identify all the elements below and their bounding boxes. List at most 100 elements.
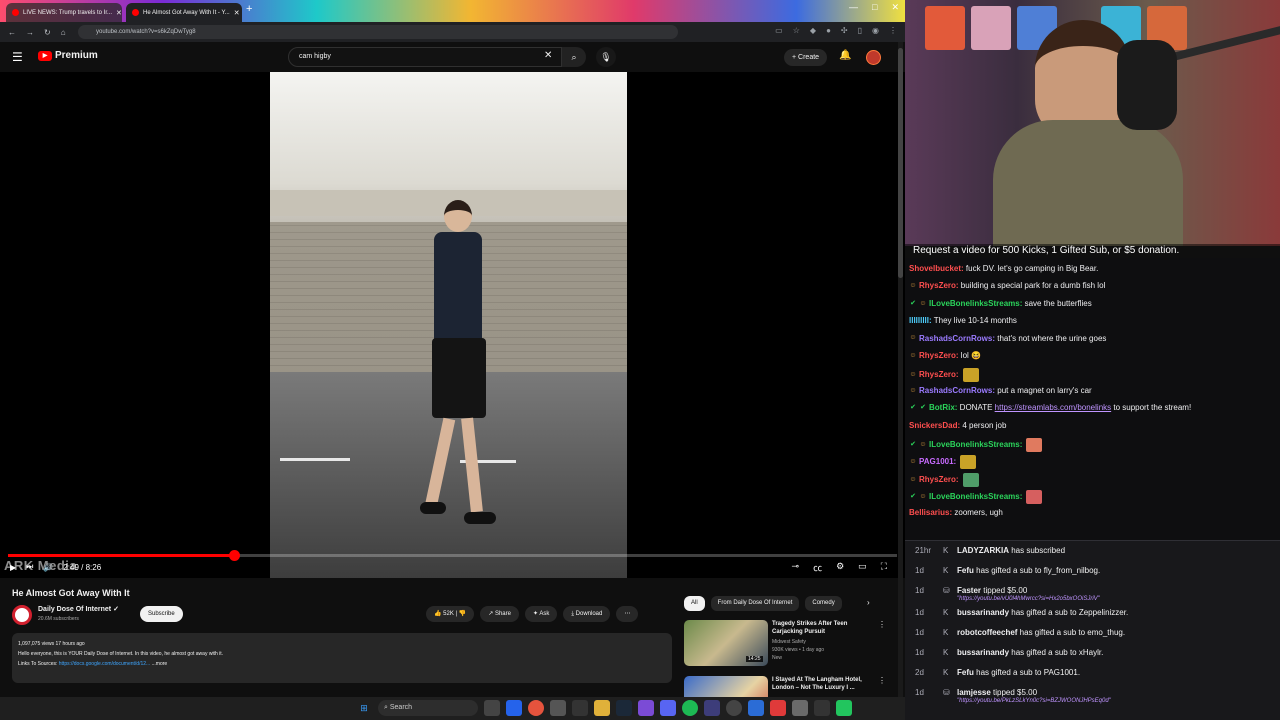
discord-icon[interactable] [660, 700, 676, 716]
chip-comedy[interactable]: Comedy [805, 596, 842, 611]
minimize-icon[interactable]: — [849, 2, 858, 13]
volume-icon[interactable]: 🔊 [43, 563, 53, 572]
chat-username[interactable]: PAG1001: [919, 458, 956, 467]
autoplay-toggle-icon[interactable]: ⊸ [792, 561, 800, 574]
browser-tab-video[interactable]: He Almost Got Away With It - Y... ✕ [126, 3, 242, 22]
file-explorer-icon[interactable] [594, 700, 610, 716]
fullscreen-icon[interactable]: ⛶ [881, 561, 887, 574]
search-input[interactable]: cam higby [288, 47, 562, 67]
chat-username[interactable]: ILoveBonelinksStreams: [929, 492, 1022, 501]
app-icon[interactable] [748, 700, 764, 716]
chat-username[interactable]: RashadsCornRows: [919, 334, 995, 343]
notifications-bell-icon[interactable]: 🔔 [839, 50, 851, 61]
chat-username[interactable]: RhysZero: [919, 475, 959, 484]
hamburger-menu-icon[interactable]: ☰ [12, 50, 23, 64]
forward-arrow-icon[interactable]: → [26, 28, 34, 37]
video-progress-bar[interactable] [8, 550, 897, 561]
chat-username[interactable]: RhysZero: [919, 351, 959, 360]
chat-link[interactable]: https://streamlabs.com/bonelinks [995, 403, 1112, 412]
steam-icon[interactable] [616, 700, 632, 716]
account-avatar[interactable] [866, 50, 881, 65]
scrollbar-thumb[interactable] [898, 48, 903, 278]
app-icon[interactable] [704, 700, 720, 716]
recommended-video[interactable]: 14:25 Tragedy Strikes After Teen Carjack… [684, 620, 886, 670]
chrome-icon[interactable] [528, 700, 544, 716]
search-button[interactable]: ⌕ [562, 47, 586, 67]
desktop: LIVE NEWS: Trump travels to Ir... ✕ He A… [0, 0, 1280, 720]
next-icon[interactable]: ⏭ [26, 562, 33, 572]
maximize-icon[interactable]: □ [872, 2, 877, 13]
captions-icon[interactable]: ㏄ [813, 561, 822, 574]
bookmark-star-icon[interactable]: ☆ [793, 26, 800, 35]
page-scrollbar[interactable] [898, 42, 903, 697]
taskbar-search[interactable]: ⌕ Search [378, 700, 478, 716]
task-view-icon[interactable] [484, 700, 500, 716]
event-text: Fefu has gifted a sub to fly_from_nilbog… [957, 566, 1101, 575]
download-button[interactable]: ⤓ Download [563, 606, 611, 622]
obs-icon[interactable] [726, 700, 742, 716]
chat-username[interactable]: ILoveBonelinksStreams: [929, 440, 1022, 449]
more-actions-button[interactable]: ⋯ [616, 606, 639, 622]
show-more-link[interactable]: ...more [152, 661, 168, 667]
video-scrubber-handle[interactable] [229, 550, 240, 561]
profile-icon[interactable]: ◉ [872, 26, 879, 35]
cast-icon[interactable]: ▭ [775, 26, 783, 35]
share-button[interactable]: ↗ Share [480, 606, 519, 622]
close-tab-icon[interactable]: ✕ [234, 9, 240, 17]
close-window-icon[interactable]: ✕ [891, 2, 899, 13]
create-button[interactable]: + Create [784, 49, 828, 66]
menu-dots-icon[interactable]: ⋮ [889, 26, 897, 35]
theater-mode-icon[interactable]: ▭ [858, 561, 867, 574]
channel-name[interactable]: Daily Dose Of Internet ✓ [38, 605, 119, 613]
app-icon[interactable] [770, 700, 786, 716]
channel-avatar[interactable] [12, 605, 32, 625]
voice-search-mic-icon[interactable]: 🎙 [596, 47, 616, 67]
close-tab-icon[interactable]: ✕ [116, 9, 122, 17]
more-options-icon[interactable]: ⋮ [878, 676, 886, 685]
home-icon[interactable]: ⌂ [61, 28, 66, 37]
chat-text: fuck DV. let's go camping in Big Bear. [963, 264, 1099, 273]
chip-all[interactable]: All [684, 596, 705, 611]
source-link[interactable]: https://docs.google.com/document/d/12... [59, 661, 150, 667]
extension-icon[interactable]: ● [826, 26, 831, 35]
chat-username[interactable]: RhysZero: [919, 281, 959, 290]
app-icon[interactable] [572, 700, 588, 716]
clear-search-icon[interactable]: ✕ [544, 50, 552, 61]
browser-tab-news[interactable]: LIVE NEWS: Trump travels to Ir... ✕ [6, 3, 122, 22]
windows-start-icon[interactable]: ⊞ [356, 700, 372, 716]
back-arrow-icon[interactable]: ← [8, 28, 16, 37]
chip-channel[interactable]: From Daily Dose Of Internet [710, 596, 800, 611]
chat-username[interactable]: lllllllll: [909, 316, 932, 325]
app-icon[interactable] [550, 700, 566, 716]
chat-username[interactable]: RhysZero: [919, 371, 959, 380]
settings-gear-icon[interactable]: ⚙ [836, 561, 844, 574]
chat-username[interactable]: ILoveBonelinksStreams: [929, 299, 1022, 308]
reload-icon[interactable]: ↻ [44, 28, 51, 37]
chat-username[interactable]: Bellisarius: [909, 508, 952, 517]
app-icon[interactable] [638, 700, 654, 716]
like-button[interactable]: 👍 52K | 👎 [426, 606, 475, 622]
subscribe-button[interactable]: Subscribe [140, 606, 183, 622]
chat-username[interactable]: RashadsCornRows: [919, 386, 995, 395]
youtube-logo[interactable]: ▶ Premium [38, 50, 98, 61]
recommended-video[interactable]: I Stayed At The Langham Hotel, London – … [684, 676, 886, 697]
chat-username[interactable]: Shovelbucket: [909, 264, 964, 273]
play-icon[interactable]: ▶ [10, 563, 16, 572]
video-player[interactable]: ARK Media ▶ ⏭ 🔊 2:49 / 8:26 ⊸ ㏄ ⚙ ▭ ⛶ [0, 72, 905, 578]
app-icon[interactable] [814, 700, 830, 716]
extension-icon[interactable]: ◆ [810, 26, 816, 35]
chat-username[interactable]: BotRix: [929, 403, 957, 412]
app-icon[interactable] [836, 700, 852, 716]
ask-button[interactable]: ✦ Ask [524, 606, 558, 622]
edge-icon[interactable] [506, 700, 522, 716]
puzzle-icon[interactable]: ✣ [841, 26, 848, 35]
sidebar-icon[interactable]: ▯ [858, 26, 862, 35]
new-tab-plus-icon[interactable]: + [246, 3, 252, 15]
video-description[interactable]: 1,097,075 views 17 hours ago Hello every… [12, 633, 672, 683]
more-options-icon[interactable]: ⋮ [878, 620, 886, 629]
chat-username[interactable]: SnickersDad: [909, 421, 960, 430]
spotify-icon[interactable] [682, 700, 698, 716]
app-icon[interactable] [792, 700, 808, 716]
chips-next-chevron-icon[interactable]: › [867, 598, 870, 607]
url-bar[interactable]: youtube.com/watch?v=s6kZqDwTyg8 [78, 25, 678, 39]
